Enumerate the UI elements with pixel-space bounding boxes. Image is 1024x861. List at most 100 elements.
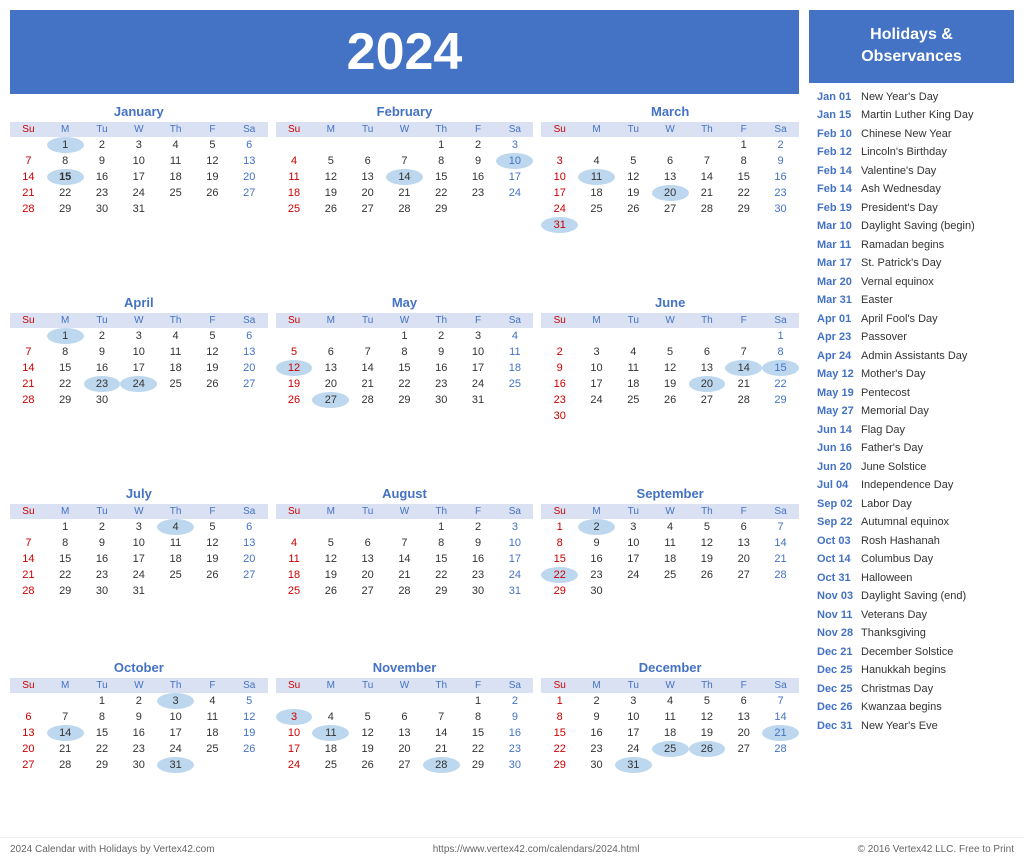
calendar-day: 7	[10, 535, 47, 551]
calendar-day: 10	[120, 153, 157, 169]
calendar-day	[689, 408, 726, 424]
month-container: AugustSuMTuWThFSa12345678910111213141516…	[276, 486, 534, 653]
month-grid: SuMTuWThFSa12345678910111213141516171819…	[541, 313, 799, 424]
holiday-item: Oct 31Halloween	[817, 570, 1006, 587]
calendar-day: 23	[423, 376, 460, 392]
calendar-day	[386, 137, 423, 153]
calendar-day	[231, 757, 268, 773]
calendar-day: 30	[578, 583, 615, 599]
calendar-day: 14	[725, 360, 762, 376]
month-container: JulySuMTuWThFSa1234567891011121314151617…	[10, 486, 268, 653]
calendar-day	[689, 757, 726, 773]
calendar-day	[762, 757, 799, 773]
calendar-day: 10	[460, 344, 497, 360]
holiday-date: Mar 11	[817, 237, 855, 254]
calendar-day: 17	[120, 169, 157, 185]
holiday-item: May 12Mother's Day	[817, 366, 1006, 383]
calendar-day: 6	[386, 709, 423, 725]
holiday-name: Valentine's Day	[861, 163, 936, 180]
calendar-day: 21	[762, 551, 799, 567]
calendar-day: 3	[460, 328, 497, 344]
holiday-name: Daylight Saving (end)	[861, 588, 966, 605]
calendar-day: 28	[689, 201, 726, 217]
calendar-day: 28	[386, 201, 423, 217]
calendar-day: 13	[349, 169, 386, 185]
calendar-day: 28	[349, 392, 386, 408]
holiday-date: Feb 19	[817, 200, 855, 217]
calendar-day: 27	[231, 185, 268, 201]
calendar-day: 30	[762, 201, 799, 217]
holiday-name: Passover	[861, 329, 907, 346]
calendar-day	[231, 583, 268, 599]
calendar-day: 8	[460, 709, 497, 725]
calendar-day: 7	[423, 709, 460, 725]
calendar-day: 7	[10, 344, 47, 360]
holiday-item: Sep 02Labor Day	[817, 496, 1006, 513]
calendar-day: 27	[10, 757, 47, 773]
calendar-day: 3	[615, 519, 652, 535]
calendar-day: 18	[276, 185, 313, 201]
calendar-day: 6	[231, 519, 268, 535]
calendar-day	[689, 328, 726, 344]
calendar-day	[578, 328, 615, 344]
calendar-day: 26	[615, 201, 652, 217]
calendar-day: 1	[386, 328, 423, 344]
holiday-date: Jul 04	[817, 477, 855, 494]
holiday-name: Veterans Day	[861, 607, 927, 624]
month-container: JanuarySuMTuWThFSa1234567891011121314151…	[10, 104, 268, 287]
calendar-day: 12	[312, 169, 349, 185]
holiday-name: Rosh Hashanah	[861, 533, 940, 550]
footer-left: 2024 Calendar with Holidays by Vertex42.…	[10, 844, 215, 855]
holiday-name: Martin Luther King Day	[861, 107, 974, 124]
calendar-day: 10	[120, 344, 157, 360]
calendar-day: 10	[615, 535, 652, 551]
month-container: OctoberSuMTuWThFSa1234567891011121314151…	[10, 660, 268, 827]
calendar-day: 13	[231, 153, 268, 169]
calendar-day: 2	[84, 137, 121, 153]
calendar-day: 16	[460, 551, 497, 567]
calendar-day: 21	[349, 376, 386, 392]
calendar-day: 13	[652, 169, 689, 185]
calendar-day: 29	[386, 392, 423, 408]
calendar-day: 15	[84, 725, 121, 741]
calendar-day: 18	[615, 376, 652, 392]
calendar-day: 5	[312, 535, 349, 551]
calendar-day: 12	[194, 153, 231, 169]
holiday-item: May 19Pentecost	[817, 385, 1006, 402]
calendar-day: 20	[231, 360, 268, 376]
calendar-day: 4	[194, 693, 231, 709]
holiday-name: April Fool's Day	[861, 311, 938, 328]
calendar-day	[652, 217, 689, 233]
calendar-day	[689, 217, 726, 233]
calendar-day: 27	[349, 583, 386, 599]
month-name: October	[10, 660, 268, 675]
calendar-day: 24	[615, 567, 652, 583]
calendar-day: 22	[386, 376, 423, 392]
calendar-day: 29	[541, 583, 578, 599]
calendar-day: 10	[496, 153, 533, 169]
calendar-day: 24	[157, 741, 194, 757]
holiday-name: Memorial Day	[861, 403, 929, 420]
month-container: FebruarySuMTuWThFSa123456789101112131415…	[276, 104, 534, 287]
calendar-day: 9	[423, 344, 460, 360]
calendar-day: 14	[47, 725, 84, 741]
holiday-date: May 19	[817, 385, 855, 402]
calendar-day	[496, 201, 533, 217]
calendar-day	[541, 328, 578, 344]
calendar-day: 17	[460, 360, 497, 376]
calendar-day: 31	[157, 757, 194, 773]
calendar-day: 30	[578, 757, 615, 773]
calendar-day: 1	[423, 519, 460, 535]
calendar-day	[652, 757, 689, 773]
calendar-day: 14	[349, 360, 386, 376]
calendar-day: 29	[423, 583, 460, 599]
holiday-date: Feb 12	[817, 144, 855, 161]
calendar-day: 3	[615, 693, 652, 709]
holiday-name: Ash Wednesday	[861, 181, 941, 198]
calendar-day: 23	[762, 185, 799, 201]
calendar-day: 10	[157, 709, 194, 725]
calendar-day: 21	[386, 567, 423, 583]
calendar-day: 29	[460, 757, 497, 773]
holiday-name: Admin Assistants Day	[861, 348, 967, 365]
calendar-day: 27	[652, 201, 689, 217]
